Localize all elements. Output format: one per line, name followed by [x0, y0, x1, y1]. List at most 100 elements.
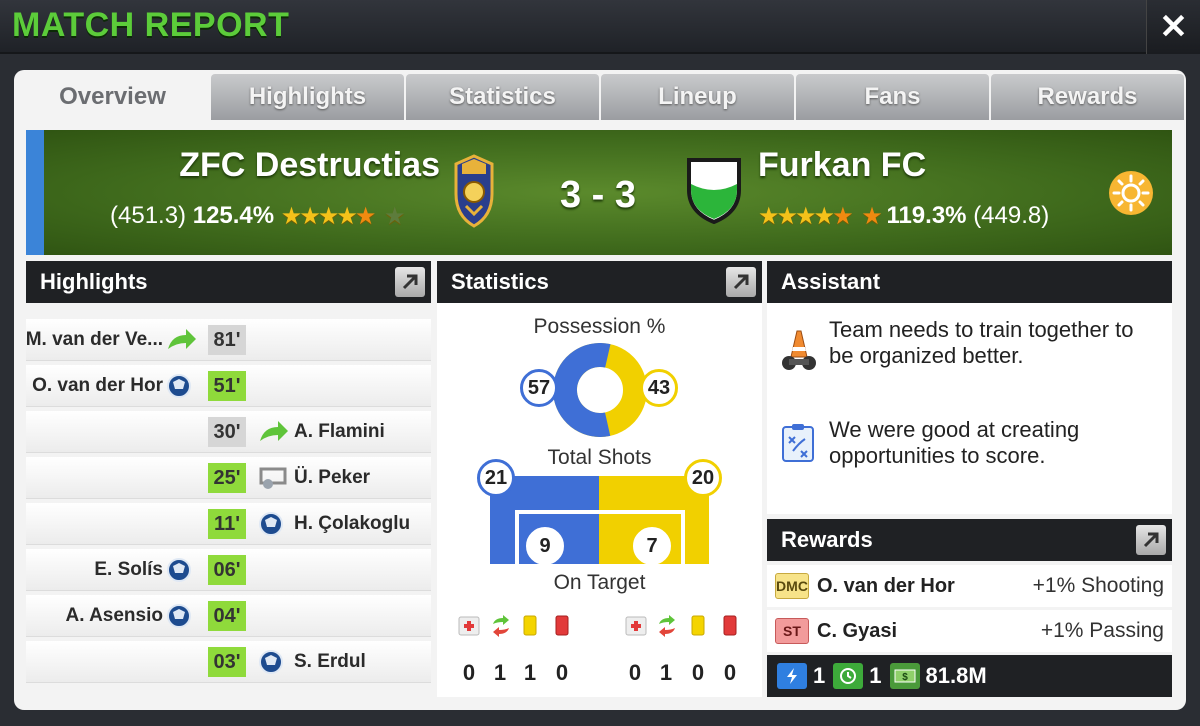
away-injuries-count: 0	[628, 660, 642, 685]
highlight-row: 11' H. Çolakoglu	[26, 503, 431, 545]
highlight-row: 03' S. Erdul	[26, 641, 431, 683]
goal-icon	[167, 604, 191, 628]
shots-away-value: 20	[684, 459, 722, 497]
away-subs-count: 1	[659, 660, 673, 685]
reward-player: C. Gyasi	[817, 620, 898, 642]
rewards-expand-button[interactable]	[1136, 525, 1166, 555]
training-icon	[833, 663, 864, 689]
home-bonus-star-icon: ★	[384, 203, 405, 230]
highlight-player: S. Erdul	[294, 651, 366, 672]
highlight-minute: 30'	[208, 417, 246, 447]
goal-icon	[167, 558, 191, 582]
shots-home-value: 21	[477, 459, 515, 497]
highlight-row: 25' Ü. Peker	[26, 457, 431, 499]
goal-icon	[259, 512, 283, 536]
home-rating-pct: 125.4%	[192, 202, 275, 229]
rewards-card: Rewards DMC O. van der Hor +1% Shooting …	[767, 519, 1172, 697]
home-team-name: ZFC Destructias	[179, 146, 440, 184]
highlights-header: Highlights	[26, 261, 431, 303]
tab-rewards[interactable]: Rewards	[991, 74, 1184, 120]
highlight-minute: 81'	[208, 325, 246, 355]
substitution-icon	[493, 615, 509, 637]
reward-player: O. van der Hor	[817, 575, 955, 597]
home-subs-count: 1	[493, 660, 507, 685]
red-card-icon	[555, 615, 569, 636]
highlight-player: H. Çolakoglu	[294, 513, 411, 534]
home-yellow-count: 1	[523, 660, 537, 685]
highlight-player: Ü. Peker	[294, 467, 371, 488]
highlight-minute: 03'	[208, 647, 246, 677]
assistant-tip-1: Team needs to train together to be organ…	[829, 317, 1134, 368]
home-team-rating: (451.3) 125.4% ★★★★★ ★	[110, 202, 405, 231]
reward-bonus: +1% Shooting	[1032, 574, 1164, 597]
missed-shot-icon	[259, 467, 287, 489]
highlight-minute: 25'	[208, 463, 246, 493]
svg-text:$: $	[902, 672, 908, 683]
injury-icon	[625, 616, 647, 636]
red-card-icon	[723, 615, 737, 636]
training-value: 1	[869, 663, 882, 688]
expand-arrow-icon	[733, 274, 749, 290]
assistant-header: Assistant	[767, 261, 1172, 303]
away-rating-raw: (449.8)	[973, 202, 1050, 229]
reward-row: ST C. Gyasi +1% Passing	[767, 610, 1172, 652]
expand-arrow-icon	[1143, 532, 1159, 548]
highlight-player: A. Asensio	[65, 605, 164, 626]
highlight-minute: 06'	[208, 555, 246, 585]
home-accent-bar	[26, 130, 44, 255]
away-rating-pct: 119.3%	[886, 202, 967, 229]
yellow-card-icon	[691, 615, 705, 636]
highlight-player: O. van der Hor	[32, 375, 163, 396]
close-button[interactable]: ✕	[1146, 0, 1200, 54]
money-value: 81.8M	[925, 663, 987, 688]
away-team-name: Furkan FC	[758, 146, 927, 184]
position-badge: ST	[775, 618, 809, 644]
home-rating-raw: (451.3)	[110, 202, 187, 229]
highlight-player: M. van der Ve...	[25, 329, 163, 350]
statistics-header: Statistics	[437, 261, 762, 303]
rewards-totals-bar: 1 1 $ 81.8M	[767, 655, 1172, 697]
highlight-row: A. Asensio 04'	[26, 595, 431, 637]
highlight-row: 30' A. Flamini	[26, 411, 431, 453]
on-target-label: On Target	[553, 571, 646, 594]
page-title: MATCH REPORT	[12, 6, 290, 44]
statistics-expand-button[interactable]	[726, 267, 756, 297]
possession-label: Possession %	[533, 315, 666, 338]
highlight-row: M. van der Ve... 81'	[26, 319, 431, 361]
goal-icon	[259, 650, 283, 674]
highlights-expand-button[interactable]	[395, 267, 425, 297]
away-bonus-star-icon: ★	[861, 203, 882, 230]
expand-arrow-icon	[402, 274, 418, 290]
injury-icon	[458, 616, 480, 636]
tab-fans[interactable]: Fans	[796, 74, 989, 120]
highlight-minute: 11'	[208, 509, 246, 539]
home-injuries-count: 0	[462, 660, 476, 685]
possession-home-value: 57	[520, 369, 558, 407]
position-badge: DMC	[775, 573, 809, 599]
statistics-title: Statistics	[451, 269, 549, 294]
money-icon: $	[889, 663, 920, 689]
highlight-minute: 51'	[208, 371, 246, 401]
home-red-count: 0	[555, 660, 569, 685]
tab-highlights[interactable]: Highlights	[211, 74, 404, 120]
highlight-row: E. Solís 06'	[26, 549, 431, 591]
match-score: 3 - 3	[559, 174, 637, 216]
energy-icon	[777, 663, 807, 689]
tactics-board-icon	[782, 424, 814, 462]
substitution-icon	[260, 421, 288, 441]
highlight-player: A. Flamini	[294, 421, 385, 442]
home-crest-icon	[454, 154, 494, 228]
match-banner: ZFC Destructias (451.3) 125.4% ★★★★★ ★ 3…	[26, 130, 1172, 255]
highlights-title: Highlights	[40, 269, 148, 294]
away-team-rating: ★★★★★ ★ 119.3% (449.8)	[758, 202, 1049, 231]
energy-value: 1	[813, 663, 826, 688]
highlights-card: Highlights M. van der Ve... 81' O. van d…	[26, 261, 431, 691]
tab-overview[interactable]: Overview	[16, 74, 209, 120]
substitution-icon	[659, 615, 675, 637]
tab-lineup[interactable]: Lineup	[601, 74, 794, 120]
reward-bonus: +1% Passing	[1040, 619, 1164, 642]
possession-away-value: 43	[640, 369, 678, 407]
reward-row: DMC O. van der Hor +1% Shooting	[767, 565, 1172, 607]
yellow-card-icon	[523, 615, 537, 636]
tab-statistics[interactable]: Statistics	[406, 74, 599, 120]
